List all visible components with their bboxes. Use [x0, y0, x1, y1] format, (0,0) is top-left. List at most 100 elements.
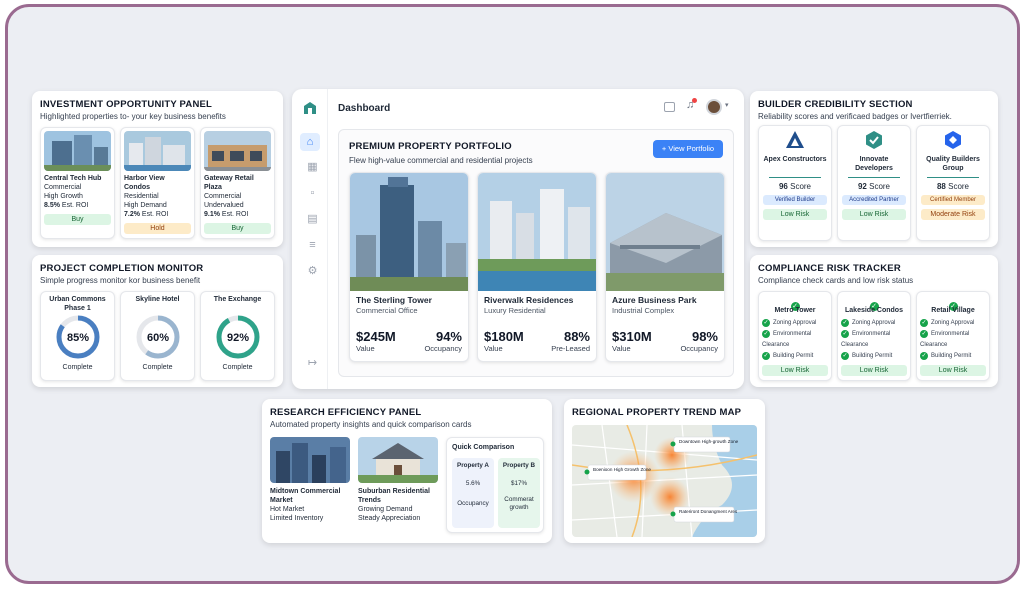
project-name: Metro Tower: [774, 307, 816, 314]
sliders-icon[interactable]: ≡: [306, 239, 319, 252]
risk-badge: Low Risk: [920, 365, 986, 376]
builder-card[interactable]: Quality Builders Group 88 Score Certifie…: [916, 125, 990, 241]
property-type: Industrial Complex: [612, 306, 675, 315]
risk-badge: Low Risk: [762, 365, 828, 376]
avatar[interactable]: [706, 99, 722, 115]
risk-badge: Low Risk: [842, 209, 906, 220]
compliance-card[interactable]: ✓ Metro Tower Zoning Approval Environmen…: [758, 291, 832, 381]
builder-subtitle: Reliability scores and verificaed badges…: [758, 112, 952, 121]
trend-map[interactable]: Downtown High-growth Zone Boenioon High …: [572, 425, 757, 537]
compliance-card[interactable]: ✓ Retail Village Zoning Approval Environ…: [916, 291, 990, 381]
market-image: [270, 437, 350, 483]
map-marker[interactable]: Downtown High-growth Zone: [670, 436, 739, 453]
builder-panel: BUILDER CREDIBILITY SECTION Reliability …: [750, 91, 998, 247]
portfolio-title: PREMIUM PROPERTY PORTFOLIO: [349, 141, 512, 152]
roi-label: Est. ROI: [141, 211, 169, 218]
header-title: Dashboard: [338, 103, 391, 114]
map-label: Downtown High-growth Zone: [679, 439, 739, 444]
investment-panel: INVESTMENT OPPORTUNITY PANEL Highlighted…: [32, 91, 283, 247]
view-portfolio-label: View Portfolio: [668, 144, 715, 153]
research-subtitle: Automated property insights and quick co…: [270, 420, 472, 429]
insight-line: Growing Demand: [358, 506, 413, 513]
property-image: [350, 173, 468, 291]
progress-card[interactable]: Urban Commons Phase 1 85% Complete: [40, 291, 115, 381]
check-item: Building Permit: [920, 351, 986, 362]
compliance-title: COMPLIANCE RISK TRACKER: [758, 263, 901, 274]
portfolio-subtitle: Flew high-value commercial and residenti…: [349, 156, 533, 165]
status-label: Complete: [222, 364, 253, 371]
progress-ring: 92%: [216, 315, 259, 359]
property-name: Azure Business Park: [612, 295, 697, 305]
project-name: Retail Village: [931, 307, 975, 314]
card-note: Undervalued: [204, 202, 244, 209]
investment-card[interactable]: Harbor View Condos Residential High Dema…: [120, 127, 195, 239]
progress-card[interactable]: The Exchange 92% Complete: [200, 291, 275, 381]
comparison-title: Quick Comparison: [452, 444, 515, 451]
rate-metric: 98%: [691, 329, 718, 344]
notification-bell-icon[interactable]: ♫: [686, 98, 697, 111]
buy-button[interactable]: Buy: [44, 214, 111, 225]
document-icon[interactable]: ▫: [306, 187, 319, 200]
check-item: Environmental Clearance: [841, 329, 907, 351]
investment-card[interactable]: Central Tech Hub Commercial High Growth …: [40, 127, 115, 239]
innovate-logo-icon: [866, 131, 882, 149]
house-image: [358, 437, 438, 483]
property-card[interactable]: The Sterling Tower Commercial Office $24…: [349, 172, 469, 362]
roi-value: 8.5%: [44, 202, 60, 209]
card-note: High Demand: [124, 202, 167, 209]
buy-button[interactable]: Buy: [204, 223, 271, 234]
card-name: Central Tech Hub: [44, 175, 102, 182]
investment-subtitle: Highlighted properties to- your key busi…: [40, 112, 226, 121]
property-card[interactable]: Riverwalk Residences Luxury Residential …: [477, 172, 597, 362]
compliance-panel: COMPLIANCE RISK TRACKER Compliance check…: [750, 255, 998, 387]
research-card[interactable]: Suburban Residential Trends Growing Dema…: [358, 437, 440, 537]
builder-name: Innovate Developers: [855, 156, 893, 172]
research-title: RESEARCH EFFICIENCY PANEL: [270, 407, 422, 418]
value-metric: $310M: [612, 329, 652, 344]
project-name: Urban Commons Phase 1: [49, 296, 106, 312]
compliance-card[interactable]: ✓ Lakeside Condos Zoning Approval Enviro…: [837, 291, 911, 381]
property-a-column: Property A 5.6% Occupancy: [452, 458, 494, 528]
builder-card[interactable]: Apex Constructors 96 Score Verified Buil…: [758, 125, 832, 241]
certified-badge: Certified Member: [921, 195, 985, 205]
view-portfolio-button[interactable]: + View Portfolio: [653, 140, 723, 158]
property-card[interactable]: Azure Business Park Industrial Complex $…: [605, 172, 725, 362]
chat-icon[interactable]: [664, 102, 675, 112]
home-icon[interactable]: ⌂: [300, 133, 320, 151]
map-marker[interactable]: Rateriront Donangment Ares: [670, 506, 738, 523]
property-b-value: $17%: [510, 480, 528, 487]
check-item: Building Permit: [762, 351, 828, 362]
status-label: Complete: [62, 364, 93, 371]
score-value: 88: [936, 182, 946, 191]
roi-label: Est. ROI: [221, 211, 249, 218]
hold-button[interactable]: Hold: [124, 223, 191, 234]
app-logo-icon: [304, 102, 316, 114]
card-type: Commercial: [204, 193, 242, 200]
rate-label: Pre-Leased: [551, 344, 590, 353]
property-type: Commercial Office: [356, 306, 418, 315]
quick-comparison-card[interactable]: Quick Comparison Property A 5.6% Occupan…: [446, 437, 544, 533]
card-type: Commercial: [44, 184, 82, 191]
check-item: Building Permit: [841, 351, 907, 362]
building-image: [124, 131, 191, 171]
chevron-down-icon[interactable]: ▾: [725, 101, 729, 109]
settings-icon[interactable]: ⚙: [306, 265, 319, 278]
progress-ring: 60%: [136, 315, 179, 359]
map-marker[interactable]: Boenioon High Growth Zone: [584, 464, 652, 481]
builder-name: Apex Constructors: [763, 156, 827, 163]
check-item: Environmental Clearance: [920, 329, 986, 351]
builder-title: BUILDER CREDIBILITY SECTION: [758, 99, 913, 110]
portfolio-section: PREMIUM PROPERTY PORTFOLIO Flew high-val…: [338, 129, 734, 377]
investment-card[interactable]: Gateway Retail Plaza Commercial Underval…: [200, 127, 275, 239]
grid-icon[interactable]: ▦: [306, 161, 319, 174]
score-label: Score: [869, 182, 891, 191]
logout-icon[interactable]: ↦: [306, 357, 319, 370]
builder-card[interactable]: Innovate Developers 92 Score Accredited …: [837, 125, 911, 241]
chart-icon[interactable]: ▤: [306, 213, 319, 226]
progress-card[interactable]: Skyline Hotel 60% Complete: [120, 291, 195, 381]
completion-subtitle: Simple progress monitor kor business ben…: [40, 276, 201, 285]
insight-line: Limited Inventory: [270, 515, 324, 522]
apex-logo-icon: [786, 131, 804, 148]
roi-label: Est. ROI: [61, 202, 89, 209]
research-card[interactable]: Midtown Commercial Market Hot Market Lim…: [270, 437, 352, 537]
